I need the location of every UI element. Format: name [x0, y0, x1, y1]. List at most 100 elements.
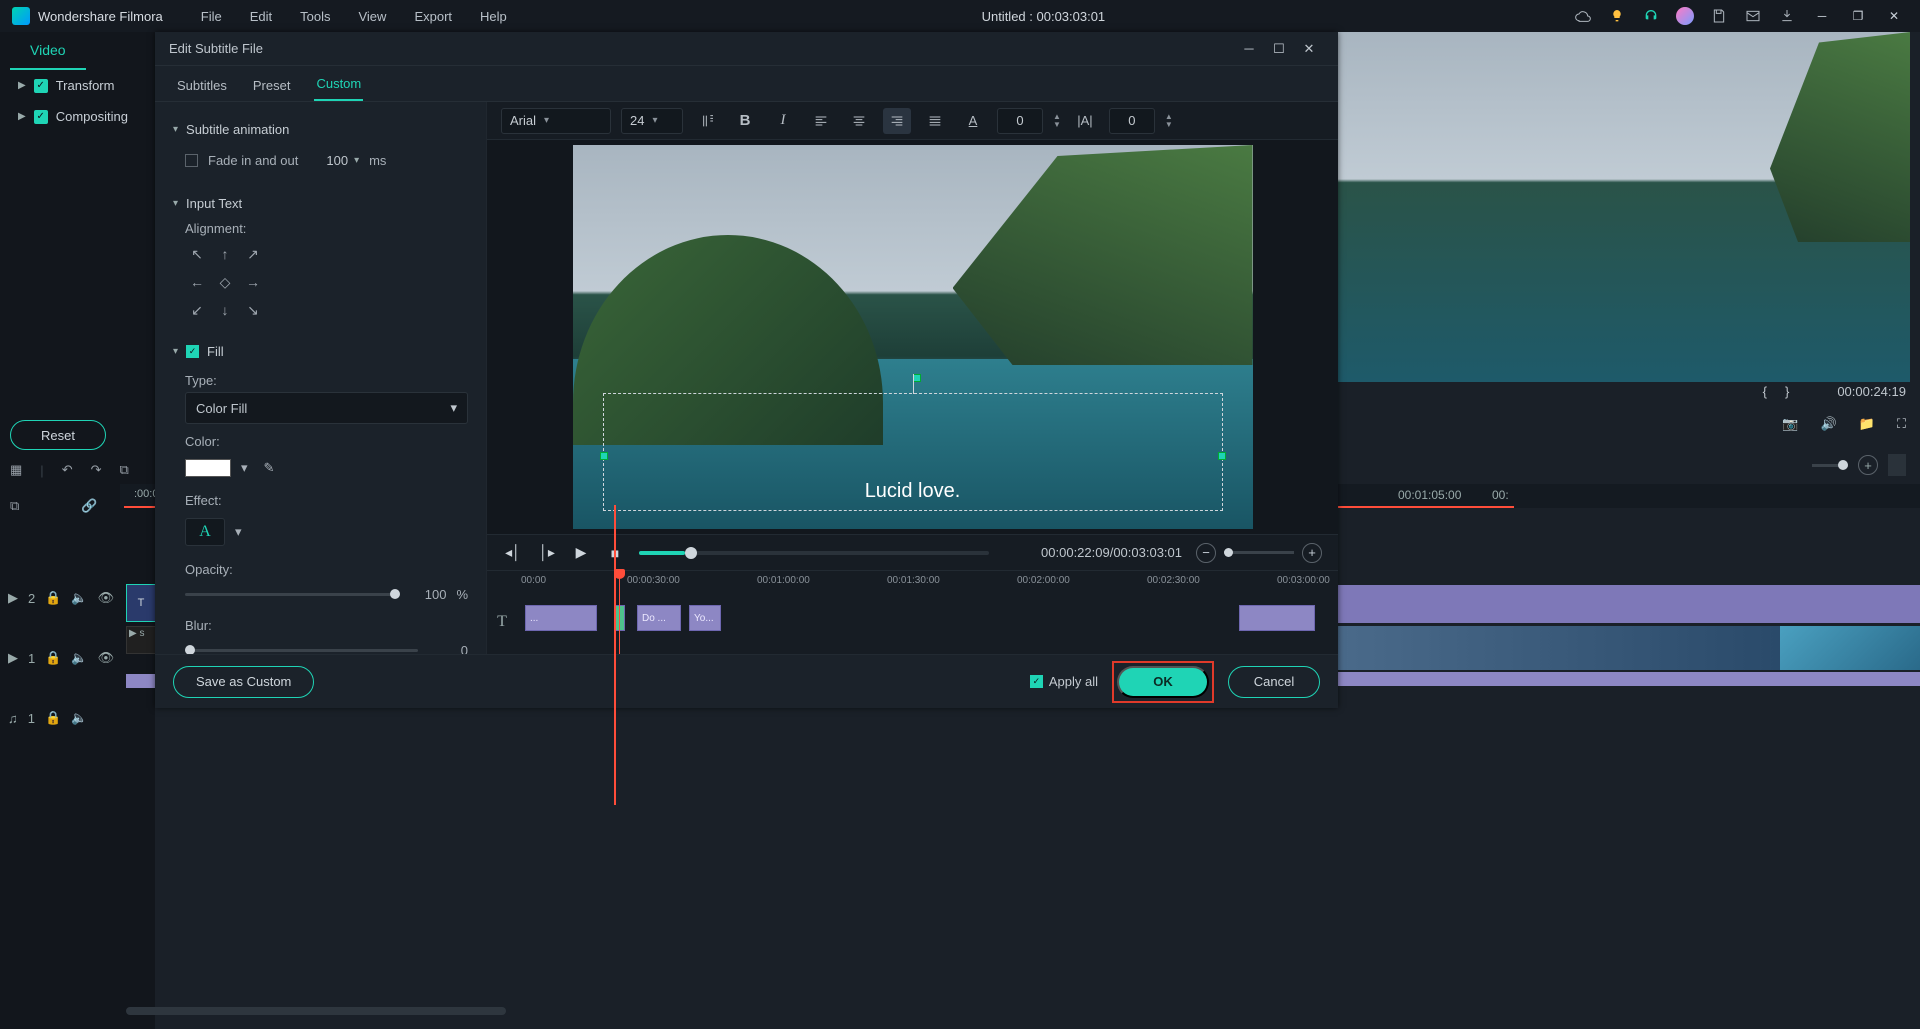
font-dropdown[interactable]: Arial▾ [501, 108, 611, 134]
fit-icon[interactable] [1888, 454, 1906, 476]
char-spacing-input[interactable]: 0 [1109, 108, 1155, 134]
subtitle-clip-sel[interactable] [615, 605, 625, 631]
lightbulb-icon[interactable] [1604, 8, 1630, 24]
next-frame-button[interactable]: │▸ [537, 544, 557, 561]
section-subtitle-animation[interactable]: Subtitle animation [173, 118, 468, 141]
subtitle-clip-4[interactable] [1239, 605, 1315, 631]
menu-view[interactable]: View [348, 5, 396, 28]
cancel-button[interactable]: Cancel [1228, 666, 1320, 698]
fill-checkbox[interactable]: ✓ [186, 345, 199, 358]
bg-video-clip[interactable]: ▶ s [126, 626, 156, 654]
fade-value-select[interactable]: 100 ▾ [326, 153, 359, 168]
window-maximize[interactable]: ❐ [1844, 9, 1872, 23]
tab-custom[interactable]: Custom [314, 68, 363, 101]
tab-subtitles[interactable]: Subtitles [175, 70, 229, 101]
vertical-text-icon[interactable] [693, 108, 721, 134]
eyedropper-icon[interactable]: ✎ [264, 460, 275, 476]
bg-text-clip-selected[interactable]: T [126, 584, 156, 622]
align-right-button[interactable] [883, 108, 911, 134]
color-swatch[interactable] [185, 459, 231, 477]
zoom-out-button[interactable]: − [1196, 543, 1216, 563]
brace-left-icon[interactable]: { [1763, 384, 1767, 399]
chevron-down-icon[interactable]: ▾ [241, 460, 248, 476]
text-color-button[interactable]: A [959, 108, 987, 134]
save-icon[interactable] [1706, 8, 1732, 24]
camera-icon[interactable]: 📷 [1782, 416, 1798, 432]
opacity-slider[interactable] [185, 593, 396, 596]
line-spacing-input[interactable]: 0 [997, 108, 1043, 134]
align-left[interactable]: ← [185, 270, 209, 294]
sidebar-item-compositing[interactable]: ▶ ✓ Compositing [0, 101, 155, 132]
section-input-text[interactable]: Input Text [173, 192, 468, 215]
lock-icon[interactable]: 🔒 [45, 650, 61, 666]
redo-icon[interactable]: ↷ [91, 462, 102, 478]
window-close[interactable]: ✕ [1880, 9, 1908, 23]
size-dropdown[interactable]: 24▾ [621, 108, 683, 134]
align-top-right[interactable]: ↗ [241, 242, 265, 266]
checkbox-icon[interactable]: ✓ [34, 79, 48, 93]
mail-icon[interactable] [1740, 8, 1766, 24]
crop-icon[interactable]: ⧉ [120, 462, 129, 478]
folder-icon[interactable]: 📁 [1859, 416, 1875, 432]
brace-right-icon[interactable]: } [1785, 384, 1789, 399]
ok-button[interactable]: OK [1117, 666, 1209, 698]
chevron-down-icon[interactable]: ▾ [235, 524, 242, 540]
align-top-left[interactable]: ↖ [185, 242, 209, 266]
align-top[interactable]: ↑ [213, 242, 237, 266]
modal-maximize[interactable]: ☐ [1264, 41, 1294, 57]
bg-track-text[interactable] [1338, 585, 1920, 623]
avatar-icon[interactable] [1672, 7, 1698, 25]
zoom-in-icon[interactable]: + [1858, 455, 1878, 475]
modal-close[interactable]: ✕ [1294, 41, 1324, 57]
sidebar-tab-video[interactable]: Video [10, 32, 86, 70]
timeline-scrollbar[interactable] [126, 1007, 506, 1015]
menu-file[interactable]: File [191, 5, 232, 28]
seek-slider[interactable] [639, 551, 989, 555]
align-bottom[interactable]: ↓ [213, 298, 237, 322]
duplicate-icon[interactable]: ⧉ [10, 498, 19, 514]
align-justify-button[interactable] [921, 108, 949, 134]
sidebar-item-transform[interactable]: ▶ ✓ Transform [0, 70, 155, 101]
bold-button[interactable]: B [731, 108, 759, 134]
eye-icon[interactable]: 👁 [98, 590, 115, 606]
main-playhead[interactable] [614, 505, 616, 805]
align-left-button[interactable] [807, 108, 835, 134]
menu-edit[interactable]: Edit [240, 5, 282, 28]
menu-help[interactable]: Help [470, 5, 517, 28]
subtitle-clip-2[interactable]: Do ... [637, 605, 681, 631]
fill-type-dropdown[interactable]: Color Fill ▾ [185, 392, 468, 424]
align-bottom-left[interactable]: ↙ [185, 298, 209, 322]
mute-icon[interactable]: 🔈 [71, 590, 87, 606]
line-spacing-stepper[interactable]: ▲▼ [1053, 113, 1061, 129]
lock-icon[interactable]: 🔒 [45, 590, 61, 606]
apply-all-checkbox[interactable]: ✓ Apply all [1030, 674, 1098, 689]
section-fill[interactable]: ✓ Fill [173, 340, 468, 363]
bg-track-video[interactable] [1338, 626, 1920, 670]
prev-frame-button[interactable]: ◂│ [503, 544, 523, 561]
download-icon[interactable] [1774, 8, 1800, 24]
subtitle-playhead[interactable] [619, 571, 620, 654]
speaker-icon[interactable]: 🔊 [1821, 416, 1837, 432]
align-bottom-right[interactable]: ↘ [241, 298, 265, 322]
subtitle-clip-3[interactable]: Yo... [689, 605, 721, 631]
char-spacing-icon[interactable]: |A| [1071, 108, 1099, 134]
video-preview[interactable]: Lucid love. [573, 145, 1253, 529]
undo-icon[interactable]: ↶ [62, 462, 73, 478]
link-icon[interactable]: 🔗 [81, 498, 97, 514]
checkbox-icon[interactable]: ✓ [34, 110, 48, 124]
tab-preset[interactable]: Preset [251, 70, 293, 101]
mute-icon[interactable]: 🔈 [71, 650, 87, 666]
eye-icon[interactable]: 👁 [98, 650, 115, 666]
align-right[interactable]: → [241, 270, 265, 294]
reset-button[interactable]: Reset [10, 420, 106, 450]
zoom-slider[interactable] [1224, 551, 1294, 554]
grid-icon[interactable]: ▦ [10, 462, 22, 478]
modal-minimize[interactable]: ─ [1234, 41, 1264, 56]
char-spacing-stepper[interactable]: ▲▼ [1165, 113, 1173, 129]
menu-export[interactable]: Export [404, 5, 462, 28]
align-center[interactable]: ◇ [213, 270, 237, 294]
italic-button[interactable]: I [769, 108, 797, 134]
cloud-icon[interactable] [1570, 8, 1596, 24]
effect-preview[interactable]: A [185, 518, 225, 546]
align-center-button[interactable] [845, 108, 873, 134]
